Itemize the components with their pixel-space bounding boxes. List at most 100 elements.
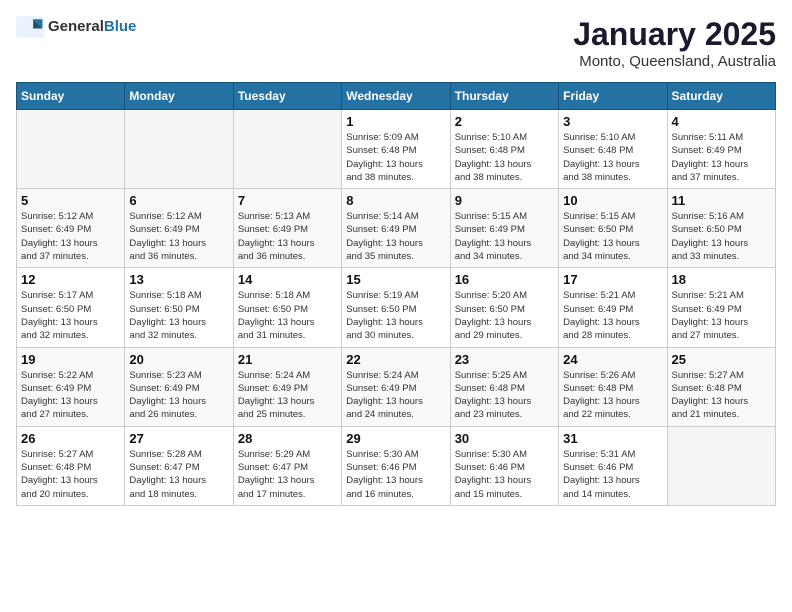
day-number: 11 — [672, 193, 771, 208]
day-number: 7 — [238, 193, 337, 208]
day-info: Sunrise: 5:19 AM Sunset: 6:50 PM Dayligh… — [346, 289, 445, 342]
day-number: 17 — [563, 272, 662, 287]
day-info: Sunrise: 5:29 AM Sunset: 6:47 PM Dayligh… — [238, 448, 337, 501]
day-number: 9 — [455, 193, 554, 208]
day-number: 2 — [455, 114, 554, 129]
calendar-cell: 28 Sunrise: 5:29 AM Sunset: 6:47 PM Dayli… — [233, 426, 341, 505]
day-info: Sunrise: 5:10 AM Sunset: 6:48 PM Dayligh… — [563, 131, 662, 184]
calendar-week-5: 26 Sunrise: 5:27 AM Sunset: 6:48 PM Dayli… — [17, 426, 776, 505]
calendar-cell — [17, 110, 125, 189]
day-info: Sunrise: 5:13 AM Sunset: 6:49 PM Dayligh… — [238, 210, 337, 263]
day-number: 28 — [238, 431, 337, 446]
day-number: 25 — [672, 352, 771, 367]
day-info: Sunrise: 5:28 AM Sunset: 6:47 PM Dayligh… — [129, 448, 228, 501]
calendar-cell: 20 Sunrise: 5:23 AM Sunset: 6:49 PM Dayli… — [125, 347, 233, 426]
day-number: 4 — [672, 114, 771, 129]
day-number: 12 — [21, 272, 120, 287]
day-info: Sunrise: 5:12 AM Sunset: 6:49 PM Dayligh… — [129, 210, 228, 263]
calendar-cell: 24 Sunrise: 5:26 AM Sunset: 6:48 PM Dayli… — [559, 347, 667, 426]
location-title: Monto, Queensland, Australia — [573, 53, 776, 70]
calendar-cell: 23Sunrise: 5:25 AM Sunset: 6:48 PM Dayli… — [450, 347, 558, 426]
calendar-cell: 5 Sunrise: 5:12 AM Sunset: 6:49 PM Daylig… — [17, 189, 125, 268]
day-info: Sunrise: 5:30 AM Sunset: 6:46 PM Dayligh… — [455, 448, 554, 501]
calendar-week-3: 12 Sunrise: 5:17 AM Sunset: 6:50 PM Dayli… — [17, 268, 776, 347]
day-info: Sunrise: 5:23 AM Sunset: 6:49 PM Dayligh… — [129, 369, 228, 422]
day-number: 13 — [129, 272, 228, 287]
day-number: 5 — [21, 193, 120, 208]
weekday-header-sunday: Sunday — [17, 83, 125, 110]
day-number: 24 — [563, 352, 662, 367]
calendar-cell: 26 Sunrise: 5:27 AM Sunset: 6:48 PM Dayli… — [17, 426, 125, 505]
day-number: 29 — [346, 431, 445, 446]
weekday-header-wednesday: Wednesday — [342, 83, 450, 110]
day-number: 31 — [563, 431, 662, 446]
day-info: Sunrise: 5:31 AM Sunset: 6:46 PM Dayligh… — [563, 448, 662, 501]
weekday-header-tuesday: Tuesday — [233, 83, 341, 110]
day-number: 8 — [346, 193, 445, 208]
weekday-header-thursday: Thursday — [450, 83, 558, 110]
day-number: 20 — [129, 352, 228, 367]
day-number: 30 — [455, 431, 554, 446]
weekday-header-saturday: Saturday — [667, 83, 775, 110]
calendar-cell: 18Sunrise: 5:21 AM Sunset: 6:49 PM Dayli… — [667, 268, 775, 347]
calendar-week-1: 1Sunrise: 5:09 AM Sunset: 6:48 PM Daylig… — [17, 110, 776, 189]
calendar-cell: 1Sunrise: 5:09 AM Sunset: 6:48 PM Daylig… — [342, 110, 450, 189]
calendar-week-4: 19Sunrise: 5:22 AM Sunset: 6:49 PM Dayli… — [17, 347, 776, 426]
day-info: Sunrise: 5:11 AM Sunset: 6:49 PM Dayligh… — [672, 131, 771, 184]
weekday-header-friday: Friday — [559, 83, 667, 110]
calendar-cell: 29 Sunrise: 5:30 AM Sunset: 6:46 PM Dayli… — [342, 426, 450, 505]
day-info: Sunrise: 5:16 AM Sunset: 6:50 PM Dayligh… — [672, 210, 771, 263]
day-info: Sunrise: 5:12 AM Sunset: 6:49 PM Dayligh… — [21, 210, 120, 263]
day-info: Sunrise: 5:15 AM Sunset: 6:50 PM Dayligh… — [563, 210, 662, 263]
calendar-cell: 14 Sunrise: 5:18 AM Sunset: 6:50 PM Dayli… — [233, 268, 341, 347]
calendar-cell: 16 Sunrise: 5:20 AM Sunset: 6:50 PM Dayli… — [450, 268, 558, 347]
day-info: Sunrise: 5:21 AM Sunset: 6:49 PM Dayligh… — [563, 289, 662, 342]
calendar-cell: 30 Sunrise: 5:30 AM Sunset: 6:46 PM Dayli… — [450, 426, 558, 505]
logo-general: GeneralBlue — [48, 18, 136, 36]
page-header: GeneralBlue January 2025 Monto, Queensla… — [16, 16, 776, 70]
logo: GeneralBlue — [16, 16, 136, 38]
day-number: 27 — [129, 431, 228, 446]
calendar-cell: 17 Sunrise: 5:21 AM Sunset: 6:49 PM Dayli… — [559, 268, 667, 347]
day-info: Sunrise: 5:30 AM Sunset: 6:46 PM Dayligh… — [346, 448, 445, 501]
month-title: January 2025 — [573, 16, 776, 53]
calendar-cell: 11 Sunrise: 5:16 AM Sunset: 6:50 PM Dayli… — [667, 189, 775, 268]
day-info: Sunrise: 5:27 AM Sunset: 6:48 PM Dayligh… — [21, 448, 120, 501]
day-info: Sunrise: 5:14 AM Sunset: 6:49 PM Dayligh… — [346, 210, 445, 263]
day-info: Sunrise: 5:10 AM Sunset: 6:48 PM Dayligh… — [455, 131, 554, 184]
calendar-cell — [233, 110, 341, 189]
calendar-week-2: 5 Sunrise: 5:12 AM Sunset: 6:49 PM Daylig… — [17, 189, 776, 268]
calendar-cell: 27 Sunrise: 5:28 AM Sunset: 6:47 PM Dayli… — [125, 426, 233, 505]
day-info: Sunrise: 5:18 AM Sunset: 6:50 PM Dayligh… — [129, 289, 228, 342]
day-info: Sunrise: 5:17 AM Sunset: 6:50 PM Dayligh… — [21, 289, 120, 342]
day-info: Sunrise: 5:27 AM Sunset: 6:48 PM Dayligh… — [672, 369, 771, 422]
day-number: 6 — [129, 193, 228, 208]
calendar-cell: 6 Sunrise: 5:12 AM Sunset: 6:49 PM Daylig… — [125, 189, 233, 268]
day-number: 18 — [672, 272, 771, 287]
day-number: 14 — [238, 272, 337, 287]
day-info: Sunrise: 5:20 AM Sunset: 6:50 PM Dayligh… — [455, 289, 554, 342]
calendar-cell: 4 Sunrise: 5:11 AM Sunset: 6:49 PM Daylig… — [667, 110, 775, 189]
calendar-cell: 25 Sunrise: 5:27 AM Sunset: 6:48 PM Dayli… — [667, 347, 775, 426]
calendar: SundayMondayTuesdayWednesdayThursdayFrid… — [16, 82, 776, 506]
day-number: 1 — [346, 114, 445, 129]
day-info: Sunrise: 5:18 AM Sunset: 6:50 PM Dayligh… — [238, 289, 337, 342]
calendar-cell: 21Sunrise: 5:24 AM Sunset: 6:49 PM Dayli… — [233, 347, 341, 426]
day-info: Sunrise: 5:22 AM Sunset: 6:49 PM Dayligh… — [21, 369, 120, 422]
calendar-cell: 3Sunrise: 5:10 AM Sunset: 6:48 PM Daylig… — [559, 110, 667, 189]
day-info: Sunrise: 5:26 AM Sunset: 6:48 PM Dayligh… — [563, 369, 662, 422]
logo-icon — [16, 16, 44, 38]
calendar-cell — [667, 426, 775, 505]
day-number: 22 — [346, 352, 445, 367]
title-area: January 2025 Monto, Queensland, Australi… — [573, 16, 776, 70]
calendar-cell: 9 Sunrise: 5:15 AM Sunset: 6:49 PM Daylig… — [450, 189, 558, 268]
day-number: 26 — [21, 431, 120, 446]
calendar-cell: 22Sunrise: 5:24 AM Sunset: 6:49 PM Dayli… — [342, 347, 450, 426]
calendar-cell: 15Sunrise: 5:19 AM Sunset: 6:50 PM Dayli… — [342, 268, 450, 347]
calendar-cell: 2 Sunrise: 5:10 AM Sunset: 6:48 PM Daylig… — [450, 110, 558, 189]
day-info: Sunrise: 5:15 AM Sunset: 6:49 PM Dayligh… — [455, 210, 554, 263]
calendar-cell: 7 Sunrise: 5:13 AM Sunset: 6:49 PM Daylig… — [233, 189, 341, 268]
calendar-cell: 10Sunrise: 5:15 AM Sunset: 6:50 PM Dayli… — [559, 189, 667, 268]
weekday-header-monday: Monday — [125, 83, 233, 110]
day-number: 16 — [455, 272, 554, 287]
